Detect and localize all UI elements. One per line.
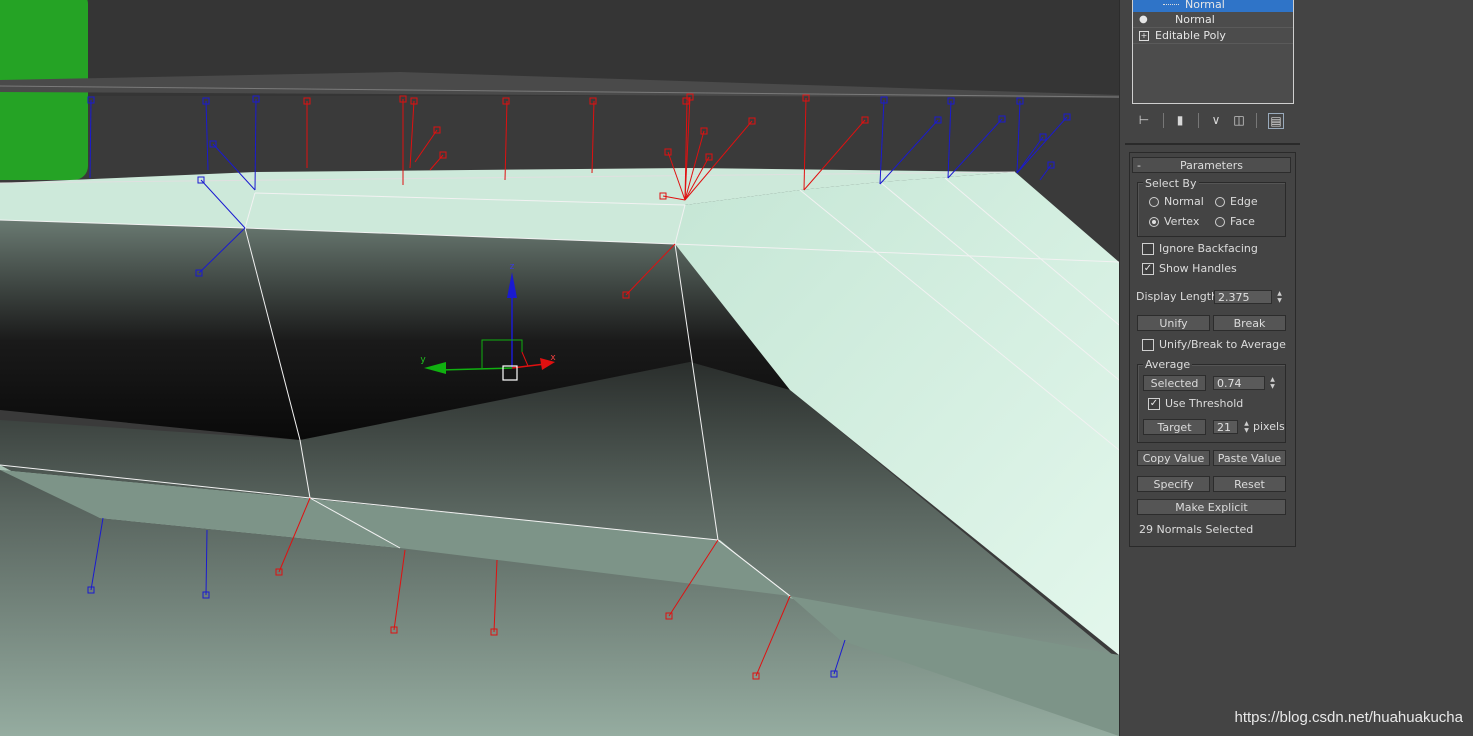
copy-value-button[interactable]: Copy Value (1137, 450, 1210, 466)
stack-item-editable-poly[interactable]: + Editable Poly (1133, 28, 1293, 44)
show-end-result-icon[interactable]: ▮ (1173, 113, 1187, 127)
stack-item-label: Editable Poly (1155, 29, 1226, 42)
radio-face[interactable] (1215, 217, 1225, 227)
expand-plus-icon[interactable]: + (1139, 31, 1149, 41)
tree-connector-icon (1163, 4, 1179, 5)
viewport-canvas[interactable]: z y x (0, 0, 1119, 736)
command-panel: Normal ● Normal + Editable Poly ⊢ ▮ ∨ ◫ … (1119, 0, 1311, 736)
gizmo-y-label: y (420, 355, 426, 365)
paste-value-button[interactable]: Paste Value (1213, 450, 1286, 466)
use-threshold-checkbox[interactable]: ✓ (1148, 398, 1160, 410)
stack-item-label: Normal (1185, 0, 1225, 11)
radio-vertex[interactable] (1149, 217, 1159, 227)
make-unique-icon[interactable]: ∨ (1209, 113, 1223, 127)
break-button[interactable]: Break (1213, 315, 1286, 331)
average-selected-field[interactable]: 0.74 (1213, 376, 1265, 390)
target-pixels-spinner[interactable]: ▲ ▼ (1242, 420, 1251, 434)
stack-item-normal-active[interactable]: Normal (1133, 0, 1293, 12)
display-length-spinner[interactable]: ▲ ▼ (1275, 290, 1284, 304)
select-by-group (1137, 182, 1286, 237)
target-pixels-field[interactable]: 21 (1213, 420, 1238, 434)
target-button[interactable]: Target (1143, 419, 1206, 435)
lightbulb-icon[interactable]: ● (1139, 12, 1148, 27)
viewport[interactable]: z y x (0, 0, 1119, 736)
average-selected-button[interactable]: Selected (1143, 375, 1206, 391)
panel-separator (1125, 143, 1300, 145)
right-empty-panel (1310, 0, 1473, 736)
unify-break-average-label: Unify/Break to Average (1159, 338, 1286, 351)
radio-edge[interactable] (1215, 197, 1225, 207)
selection-status: 29 Normals Selected (1139, 523, 1254, 536)
make-explicit-button[interactable]: Make Explicit (1137, 499, 1286, 515)
parameters-rollout-header[interactable]: - Parameters (1132, 157, 1291, 173)
select-by-label: Select By (1143, 177, 1199, 190)
radio-normal-label: Normal (1164, 195, 1204, 208)
rollout-collapse-toggle: - (1137, 159, 1141, 172)
display-length-label: Display Length: (1136, 290, 1222, 303)
stack-item-normal[interactable]: ● Normal (1133, 12, 1293, 28)
configure-modifier-sets-icon[interactable]: ▤ (1268, 113, 1284, 129)
stack-item-label: Normal (1175, 13, 1215, 26)
radio-face-label: Face (1230, 215, 1255, 228)
display-length-field[interactable]: 2.375 (1214, 290, 1272, 304)
toolbar-divider (1256, 113, 1257, 128)
gizmo-z-label: z (510, 262, 515, 272)
toolbar-divider (1163, 113, 1164, 128)
watermark: https://blog.csdn.net/huahuakucha (1234, 709, 1463, 726)
toolbar-divider (1198, 113, 1199, 128)
ignore-backfacing-label: Ignore Backfacing (1159, 242, 1258, 255)
unify-button[interactable]: Unify (1137, 315, 1210, 331)
radio-edge-label: Edge (1230, 195, 1258, 208)
unify-break-average-checkbox[interactable] (1142, 339, 1154, 351)
specify-button[interactable]: Specify (1137, 476, 1210, 492)
radio-normal[interactable] (1149, 197, 1159, 207)
show-handles-checkbox[interactable]: ✓ (1142, 263, 1154, 275)
target-pixels-unit: pixels (1253, 420, 1285, 433)
show-handles-label: Show Handles (1159, 262, 1237, 275)
radio-vertex-label: Vertex (1164, 215, 1200, 228)
use-threshold-label: Use Threshold (1165, 397, 1244, 410)
remove-modifier-icon[interactable]: ◫ (1232, 113, 1246, 127)
rollout-title: Parameters (1180, 159, 1243, 172)
reset-button[interactable]: Reset (1213, 476, 1286, 492)
gizmo-x-label: x (550, 353, 556, 363)
modifier-stack-list[interactable]: Normal ● Normal + Editable Poly (1132, 0, 1294, 104)
average-label: Average (1143, 358, 1193, 371)
pin-stack-icon[interactable]: ⊢ (1137, 113, 1151, 127)
ignore-backfacing-checkbox[interactable] (1142, 243, 1154, 255)
average-selected-spinner[interactable]: ▲ ▼ (1268, 376, 1277, 390)
